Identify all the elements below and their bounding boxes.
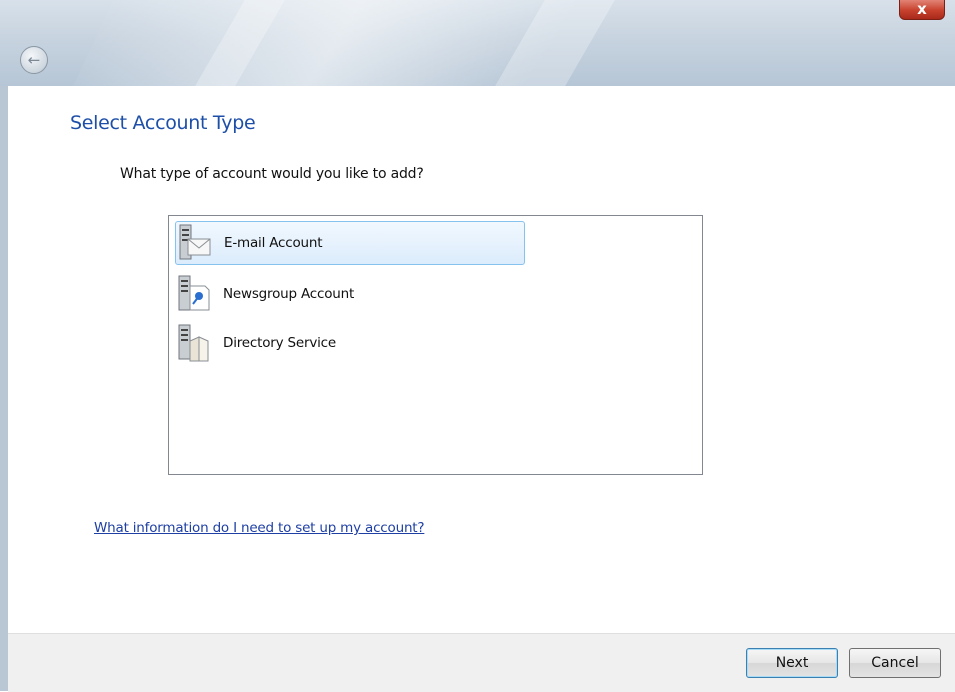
newsgroup-account-icon: [178, 275, 210, 311]
close-button[interactable]: x: [899, 0, 945, 20]
list-item-label: Newsgroup Account: [223, 286, 355, 302]
list-item-newsgroup-account[interactable]: Newsgroup Account: [175, 272, 525, 316]
list-item-label: E-mail Account: [224, 235, 323, 251]
directory-service-icon: [178, 324, 209, 362]
close-icon: x: [917, 0, 927, 18]
back-button[interactable]: ←: [20, 46, 48, 74]
list-item-directory-service[interactable]: Directory Service: [175, 321, 525, 365]
account-type-question: What type of account would you like to a…: [120, 166, 424, 182]
account-type-list[interactable]: E-mail Account Newsgroup Account Directo…: [168, 215, 703, 475]
email-account-icon: [179, 224, 211, 260]
titlebar-glass-sheen: [48, 0, 832, 86]
list-item-label: Directory Service: [223, 335, 337, 351]
account-setup-help-link[interactable]: What information do I need to set up my …: [94, 520, 425, 536]
window-titlebar: ← x: [0, 0, 955, 86]
next-button[interactable]: Next: [746, 648, 838, 678]
cancel-button[interactable]: Cancel: [849, 648, 941, 678]
page-title: Select Account Type: [70, 112, 256, 134]
list-item-email-account[interactable]: E-mail Account: [175, 221, 525, 265]
back-arrow-icon: ←: [27, 51, 41, 69]
window-left-frame: [0, 86, 8, 691]
